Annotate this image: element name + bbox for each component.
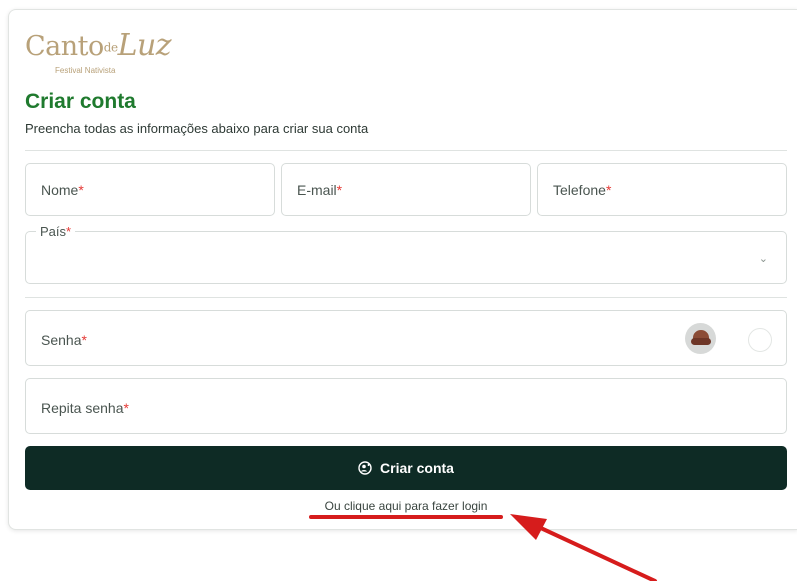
- logo-wordmark: CantodeLuz: [25, 28, 172, 63]
- required-mark: *: [81, 332, 87, 348]
- monkey-hands: [691, 338, 711, 345]
- country-select-label: País*: [36, 224, 76, 239]
- logo-subtitle: Festival Nativista: [55, 66, 116, 75]
- user-add-icon: [358, 461, 372, 475]
- logo-de-text: de: [103, 40, 118, 55]
- password-field[interactable]: Senha*: [25, 310, 787, 366]
- name-field[interactable]: Nome*: [25, 163, 275, 216]
- create-account-button-label: Criar conta: [380, 460, 454, 476]
- page-title: Criar conta: [25, 90, 136, 113]
- required-mark: *: [605, 182, 612, 198]
- see-no-evil-monkey-icon[interactable]: [685, 323, 716, 354]
- brand-logo: CantodeLuz Festival Nativista: [25, 22, 175, 78]
- page-subtitle: Preencha todas as informações abaixo par…: [25, 121, 369, 136]
- password-visibility-toggle[interactable]: [748, 328, 772, 352]
- annotation-underline: [309, 515, 503, 519]
- phone-field[interactable]: Telefone*: [537, 163, 787, 216]
- chevron-down-icon: ⌄: [758, 253, 768, 265]
- logo-luz-text: Luz: [117, 28, 172, 63]
- logo-main-text: Canto: [25, 31, 104, 62]
- create-account-button[interactable]: Criar conta: [25, 446, 787, 490]
- login-link[interactable]: Ou clique aqui para fazer login: [0, 499, 797, 513]
- divider-top: [25, 150, 787, 151]
- email-field-label: E-mail*: [297, 182, 343, 198]
- email-field[interactable]: E-mail*: [281, 163, 531, 216]
- required-mark: *: [123, 400, 129, 416]
- phone-field-label: Telefone*: [553, 182, 612, 198]
- repeat-password-field[interactable]: Repita senha*: [25, 378, 787, 434]
- name-field-label: Nome*: [41, 182, 84, 198]
- required-mark: *: [336, 182, 343, 198]
- divider-middle: [25, 297, 787, 298]
- required-mark: *: [78, 182, 84, 198]
- password-field-label: Senha*: [41, 332, 87, 348]
- required-mark: *: [66, 224, 72, 239]
- country-select[interactable]: País* ⌄: [25, 224, 787, 284]
- repeat-password-field-label: Repita senha*: [41, 400, 129, 416]
